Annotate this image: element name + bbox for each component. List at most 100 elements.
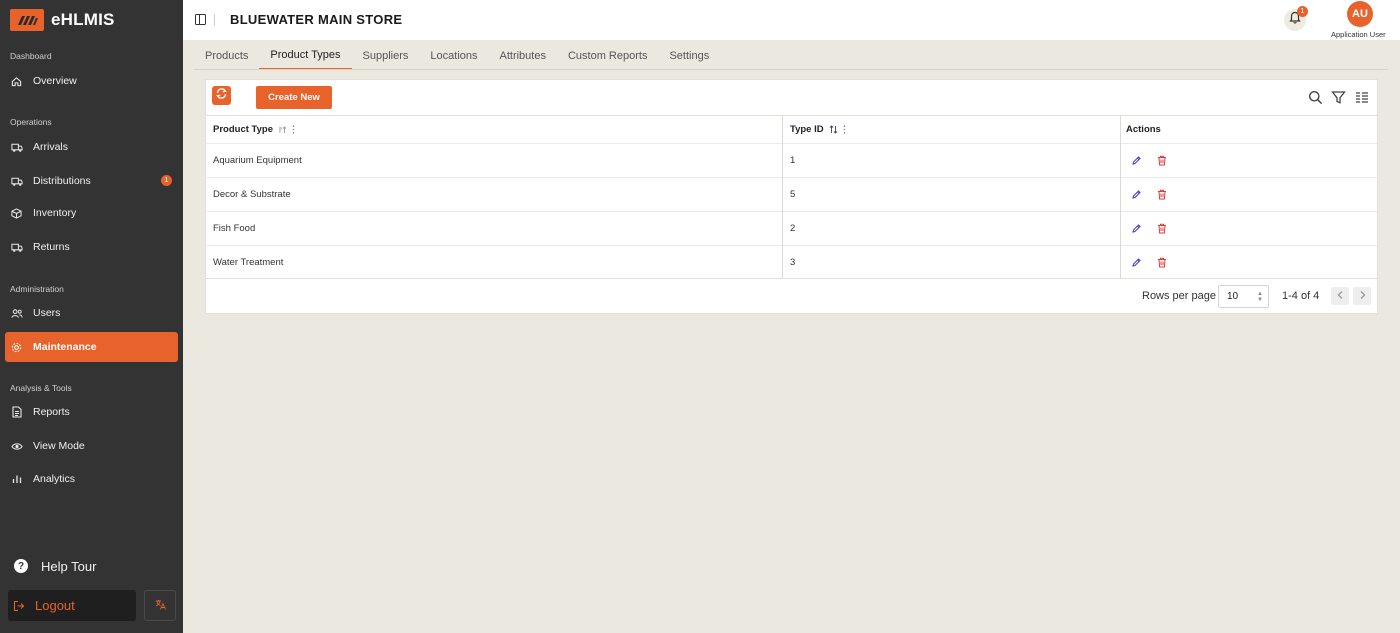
logout-button[interactable]: Logout <box>8 590 136 621</box>
users-icon <box>10 307 23 320</box>
translate-icon <box>155 599 166 613</box>
edit-icon[interactable] <box>1131 246 1142 279</box>
sidebar-item-label: Distributions <box>33 175 91 187</box>
create-new-button[interactable]: Create New <box>256 86 332 109</box>
column-menu-icon[interactable] <box>292 125 295 134</box>
product-type-cell: Decor & Substrate <box>213 189 291 200</box>
tab-attributes[interactable]: Attributes <box>489 42 557 70</box>
sidebar-item-arrivals[interactable]: Arrivals <box>5 132 178 162</box>
column-menu-icon[interactable] <box>843 125 846 134</box>
sidebar-item-distributions[interactable]: Distributions 1 <box>5 166 178 196</box>
help-tour-label: Help Tour <box>41 558 97 574</box>
table-row[interactable]: Fish Food 2 <box>206 211 1377 245</box>
chevron-right-icon <box>1359 287 1366 305</box>
document-icon <box>10 406 23 419</box>
sidebar-item-label: Arrivals <box>33 141 69 153</box>
tab-product-types[interactable]: Product Types <box>259 42 352 70</box>
table-row[interactable]: Water Treatment 3 <box>206 245 1377 279</box>
sidebar-item-view-mode[interactable]: View Mode <box>5 431 178 461</box>
edit-icon[interactable] <box>1131 178 1142 211</box>
section-label-analysis-tools: Analysis & Tools <box>10 383 72 393</box>
sidebar-item-overview[interactable]: Overview <box>5 66 178 96</box>
tab-settings[interactable]: Settings <box>658 42 720 70</box>
tab-products[interactable]: Products <box>194 42 259 70</box>
table-footer-divider <box>206 278 1377 279</box>
brand[interactable]: eHLMIS <box>10 8 115 32</box>
refresh-icon <box>215 87 228 105</box>
type-id-cell: 3 <box>790 257 796 268</box>
tabs-divider <box>194 69 1388 70</box>
truck-icon <box>10 175 23 188</box>
notification-badge: 1 <box>1297 6 1308 17</box>
sidebar-item-label: Reports <box>33 406 70 418</box>
sidebar-item-label: Analytics <box>33 473 76 485</box>
sidebar-item-reports[interactable]: Reports <box>5 397 178 427</box>
column-header-label: Product Type <box>213 124 273 135</box>
sidebar-item-users[interactable]: Users <box>5 298 178 328</box>
tab-locations[interactable]: Locations <box>419 42 488 70</box>
table-header-row: Product Type Type ID Actions <box>206 115 1377 143</box>
product-type-cell: Fish Food <box>213 223 256 234</box>
tab-custom-reports[interactable]: Custom Reports <box>557 42 658 70</box>
columns-icon[interactable] <box>1354 89 1370 105</box>
table-row[interactable]: Aquarium Equipment 1 <box>206 143 1377 177</box>
sort-ascending-icon[interactable] <box>278 125 287 134</box>
delete-icon[interactable] <box>1157 212 1167 245</box>
help-tour-button[interactable]: ? Help Tour <box>14 556 96 576</box>
edit-icon[interactable] <box>1131 212 1142 245</box>
previous-page-button[interactable] <box>1331 287 1349 305</box>
sort-icon[interactable] <box>829 125 838 134</box>
refresh-button[interactable] <box>212 86 231 105</box>
sidebar-item-returns[interactable]: Returns <box>5 232 178 262</box>
pagination-range: 1-4 of 4 <box>1282 290 1320 302</box>
question-icon: ? <box>14 559 28 573</box>
sidebar-item-label: Returns <box>33 241 70 253</box>
rows-per-page-select[interactable]: 10 ▲ ▼ <box>1218 285 1269 308</box>
sidebar-item-label: Overview <box>33 75 77 87</box>
table-row[interactable]: Decor & Substrate 5 <box>206 177 1377 211</box>
sidebar-item-label: Users <box>33 307 61 319</box>
product-type-cell: Aquarium Equipment <box>213 155 302 166</box>
home-icon <box>10 75 23 88</box>
user-name: Application User <box>1331 30 1386 39</box>
search-icon[interactable] <box>1307 89 1323 105</box>
type-id-cell: 1 <box>790 155 796 166</box>
delete-icon[interactable] <box>1157 246 1167 279</box>
return-truck-icon <box>10 241 23 254</box>
section-label-dashboard: Dashboard <box>10 51 52 61</box>
column-header-type-id[interactable]: Type ID <box>790 116 846 143</box>
edit-icon[interactable] <box>1131 144 1142 177</box>
brand-name: eHLMIS <box>51 10 115 29</box>
tab-bar: Products Product Types Suppliers Locatio… <box>194 42 720 70</box>
rows-per-page-label: Rows per page <box>1142 290 1216 302</box>
header: BLUEWATER MAIN STORE 1 AU Application Us… <box>183 0 1400 40</box>
avatar[interactable]: AU <box>1347 1 1373 27</box>
sidebar-toggle-icon[interactable] <box>195 14 206 25</box>
product-types-table: Product Type Type ID Actions Aquarium Eq… <box>206 115 1377 279</box>
sidebar-item-maintenance[interactable]: Maintenance <box>5 332 178 362</box>
section-label-operations: Operations <box>10 117 52 127</box>
type-id-cell: 2 <box>790 223 796 234</box>
delete-icon[interactable] <box>1157 178 1167 211</box>
type-id-cell: 5 <box>790 189 796 200</box>
next-page-button[interactable] <box>1353 287 1371 305</box>
sidebar-item-inventory[interactable]: Inventory <box>5 198 178 228</box>
column-header-label: Type ID <box>790 124 824 135</box>
sidebar-item-label: Maintenance <box>33 341 97 353</box>
box-icon <box>10 207 23 220</box>
language-button[interactable] <box>144 590 176 621</box>
tab-suppliers[interactable]: Suppliers <box>352 42 420 70</box>
filter-icon[interactable] <box>1330 89 1346 105</box>
gear-icon <box>10 341 23 354</box>
delete-icon[interactable] <box>1157 144 1167 177</box>
rows-per-page-value: 10 <box>1227 291 1239 302</box>
store-title: BLUEWATER MAIN STORE <box>230 12 403 27</box>
sidebar: eHLMIS Dashboard Overview Operations Arr… <box>0 0 183 633</box>
distributions-count-badge: 1 <box>161 175 172 186</box>
header-divider <box>214 14 215 26</box>
product-type-cell: Water Treatment <box>213 257 284 268</box>
column-divider <box>782 115 783 279</box>
sidebar-item-analytics[interactable]: Analytics <box>5 464 178 494</box>
brand-logo-icon <box>10 9 44 31</box>
column-header-product-type[interactable]: Product Type <box>213 116 295 143</box>
